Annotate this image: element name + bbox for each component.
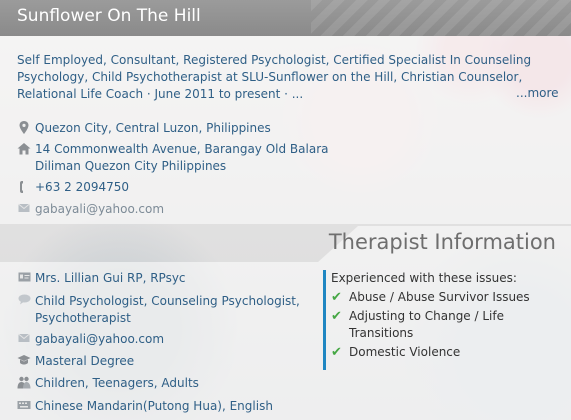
issue-line-1: Domestic Violence	[349, 345, 461, 359]
address-line-1: 14 Commonwealth Avenue, Barangay Old Bal…	[35, 142, 329, 156]
specialties-text[interactable]: Child Psychologist, Counseling Psycholog…	[35, 293, 300, 327]
issue-line-1: Abuse / Abuse Survivor Issues	[349, 290, 530, 304]
email-text[interactable]: gabayali@yahoo.com	[35, 201, 164, 218]
check-icon: ✔	[331, 309, 342, 324]
age-groups-text[interactable]: Children, Teenagers, Adults	[35, 375, 199, 392]
phone-row: +63 2 2094750	[17, 179, 129, 196]
therapist-email[interactable]: gabayali@yahoo.com	[35, 331, 164, 348]
issue-line-2: Transitions	[349, 326, 414, 340]
id-card-icon	[17, 271, 31, 285]
issue-text: Adjusting to Change / Life Transitions	[349, 308, 504, 342]
therapist-name[interactable]: Mrs. Lillian Gui RP, RPsyc	[35, 270, 186, 287]
issue-text: Abuse / Abuse Survivor Issues	[349, 289, 530, 306]
specialties-line-1: Child Psychologist, Counseling Psycholog…	[35, 294, 300, 308]
people-icon	[17, 376, 31, 390]
age-groups-row: Children, Teenagers, Adults	[17, 375, 199, 392]
therapist-email-row: gabayali@yahoo.com	[17, 331, 164, 348]
experience-box: Experienced with these issues: ✔ Abuse /…	[323, 270, 563, 370]
location-row: Quezon City, Central Luzon, Philippines	[17, 120, 271, 137]
page-title: Sunflower On The Hill	[17, 6, 201, 26]
issue-text: Domestic Violence	[349, 344, 460, 361]
more-link[interactable]: ...more	[516, 86, 559, 100]
profile-description: Self Employed, Consultant, Registered Ps…	[17, 53, 532, 101]
specialties-line-2: Psychotherapist	[35, 311, 131, 325]
specialties-row: Child Psychologist, Counseling Psycholog…	[17, 293, 300, 327]
therapist-name-row: Mrs. Lillian Gui RP, RPsyc	[17, 270, 186, 287]
issue-line-1: Adjusting to Change / Life	[349, 309, 504, 323]
phone-icon	[17, 180, 31, 194]
degree-text[interactable]: Masteral Degree	[35, 353, 134, 370]
graduation-cap-icon	[17, 354, 31, 368]
issue-item: ✔ Adjusting to Change / Life Transitions	[331, 308, 563, 342]
address-text[interactable]: 14 Commonwealth Avenue, Barangay Old Bal…	[35, 141, 329, 175]
envelope-icon	[17, 202, 31, 216]
keyboard-icon	[17, 399, 31, 413]
home-icon	[17, 142, 31, 156]
languages-text[interactable]: Chinese Mandarin(Putong Hua), English	[35, 398, 273, 415]
experience-title: Experienced with these issues:	[331, 271, 517, 285]
location-text[interactable]: Quezon City, Central Luzon, Philippines	[35, 120, 271, 137]
speech-bubble-icon	[17, 294, 31, 308]
issue-item: ✔ Abuse / Abuse Survivor Issues	[331, 289, 563, 306]
issue-item: ✔ Domestic Violence	[331, 344, 563, 361]
degree-row: Masteral Degree	[17, 353, 134, 370]
email-row: gabayali@yahoo.com	[17, 201, 164, 218]
phone-text[interactable]: +63 2 2094750	[35, 179, 129, 196]
address-line-2: Diliman Quezon City Philippines	[35, 159, 227, 173]
envelope-icon	[17, 332, 31, 346]
check-icon: ✔	[331, 345, 342, 360]
map-pin-icon	[17, 121, 31, 135]
languages-row: Chinese Mandarin(Putong Hua), English	[17, 398, 273, 415]
title-bar: Sunflower On The Hill	[0, 0, 571, 36]
address-row: 14 Commonwealth Avenue, Barangay Old Bal…	[17, 141, 329, 175]
check-icon: ✔	[331, 290, 342, 305]
title-bar-stripes	[311, 0, 571, 36]
therapist-info-title: Therapist Information	[328, 230, 556, 254]
